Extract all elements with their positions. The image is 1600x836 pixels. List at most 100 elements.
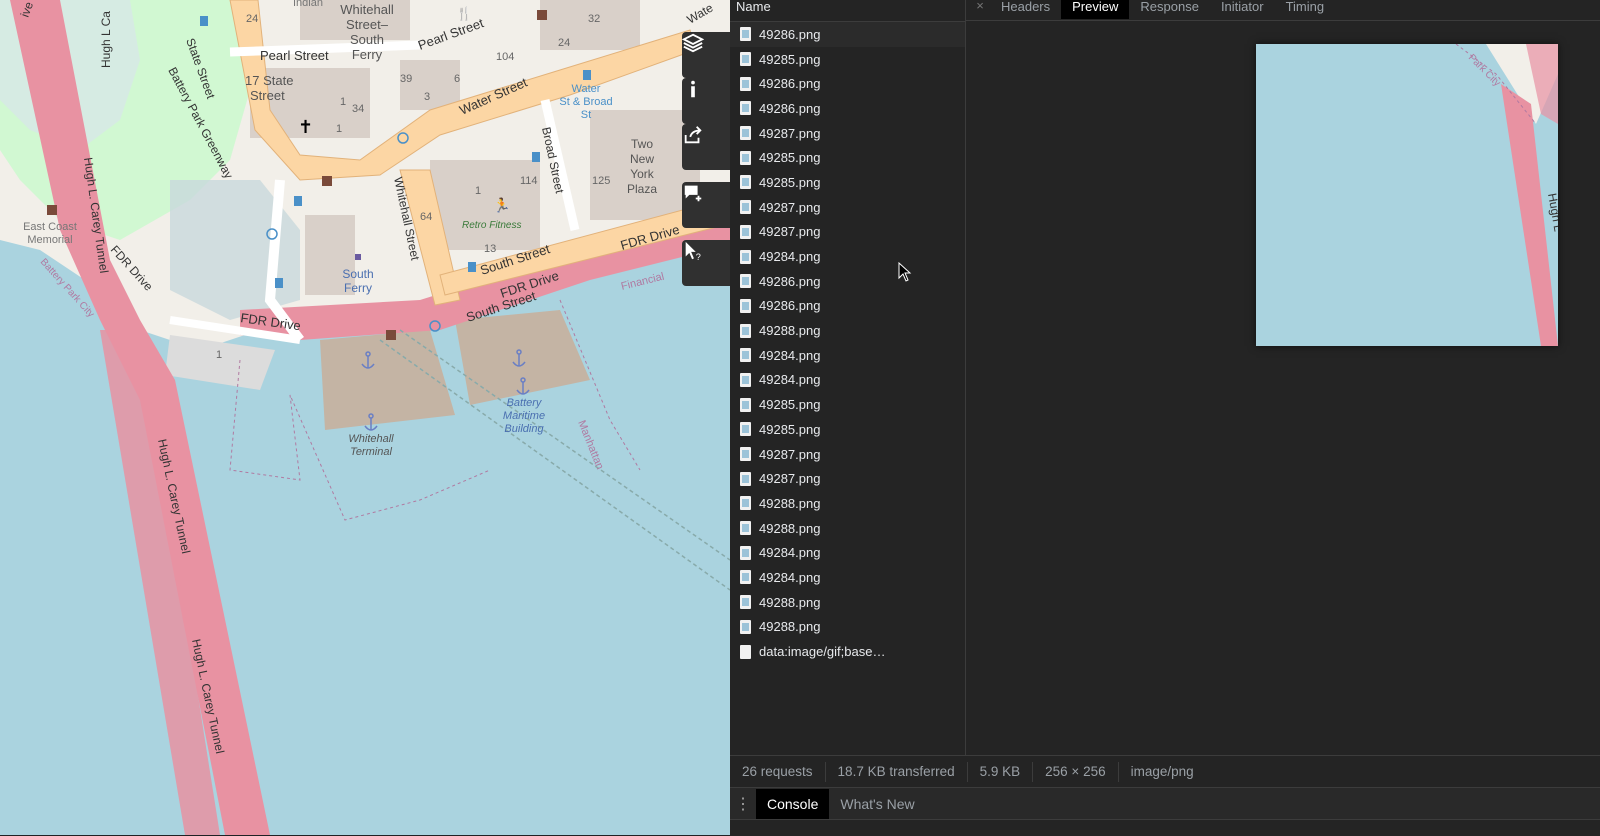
request-row[interactable]: 49285.png bbox=[730, 170, 965, 195]
request-name: 49288.png bbox=[759, 323, 821, 339]
preview-label-hugh-l: Hugh L bbox=[1545, 192, 1558, 233]
image-file-icon bbox=[740, 52, 751, 67]
details-tabbar: × Headers Preview Response Initiator Tim… bbox=[966, 0, 1600, 21]
house-number: 3 bbox=[424, 91, 430, 103]
image-file-icon bbox=[740, 348, 751, 363]
tab-console[interactable]: Console bbox=[756, 788, 830, 819]
house-number: 64 bbox=[420, 211, 432, 223]
request-row[interactable]: data:image/gif;base… bbox=[730, 639, 965, 664]
request-row[interactable]: 49286.png bbox=[730, 71, 965, 96]
tab-timing[interactable]: Timing bbox=[1275, 0, 1336, 19]
image-file-icon bbox=[740, 397, 751, 412]
image-preview: Park City Hugh L bbox=[1256, 44, 1558, 346]
request-row[interactable]: 49288.png bbox=[730, 491, 965, 516]
request-row[interactable]: 49286.png bbox=[730, 269, 965, 294]
request-row[interactable]: 49284.png bbox=[730, 565, 965, 590]
request-row[interactable]: 49285.png bbox=[730, 47, 965, 72]
query-features-button[interactable]: ? bbox=[682, 240, 730, 286]
request-row[interactable]: 49288.png bbox=[730, 516, 965, 541]
query-features-icon: ? bbox=[685, 241, 701, 262]
house-number: 34 bbox=[352, 103, 364, 115]
tab-response[interactable]: Response bbox=[1129, 0, 1210, 19]
request-name: 49287.png bbox=[759, 471, 821, 487]
image-file-icon bbox=[740, 200, 751, 215]
house-number: 125 bbox=[592, 175, 610, 187]
poi-marker bbox=[355, 254, 361, 260]
drawer-tabbar: ⋮ Console What's New bbox=[730, 787, 1600, 819]
request-row[interactable]: 49284.png bbox=[730, 343, 965, 368]
request-row[interactable]: 49287.png bbox=[730, 466, 965, 491]
devtools-network-panel: Name 49286.png 49285.png 49286.png 49286.pn… bbox=[730, 0, 1600, 836]
name-column-header[interactable]: Name bbox=[730, 0, 965, 22]
request-row[interactable]: 49284.png bbox=[730, 368, 965, 393]
image-file-icon bbox=[740, 570, 751, 585]
request-rows: 49286.png 49285.png 49286.png 49286.png 4928… bbox=[730, 22, 965, 664]
info-button[interactable] bbox=[682, 78, 730, 124]
tab-headers[interactable]: Headers bbox=[990, 0, 1061, 19]
image-file-icon bbox=[740, 76, 751, 91]
request-row[interactable]: 49286.png bbox=[730, 294, 965, 319]
house-number: 1 bbox=[336, 123, 342, 135]
house-number: 32 bbox=[588, 13, 600, 25]
house-number: 39 bbox=[400, 73, 412, 85]
request-name: 49284.png bbox=[759, 249, 821, 265]
request-name: 49288.png bbox=[759, 520, 821, 536]
request-row[interactable]: 49288.png bbox=[730, 615, 965, 640]
bus-stop-icon bbox=[294, 196, 302, 206]
image-file-icon bbox=[740, 471, 751, 486]
request-row[interactable]: 49288.png bbox=[730, 590, 965, 615]
request-row[interactable]: 49286.png bbox=[730, 96, 965, 121]
image-file-icon bbox=[740, 619, 751, 634]
request-name: 49286.png bbox=[759, 76, 821, 92]
tab-whats-new[interactable]: What's New bbox=[829, 789, 925, 819]
monument-icon bbox=[322, 176, 332, 186]
request-row[interactable]: 49285.png bbox=[730, 392, 965, 417]
image-file-icon bbox=[740, 323, 751, 338]
request-name: 49285.png bbox=[759, 150, 821, 166]
tab-preview[interactable]: Preview bbox=[1061, 0, 1130, 19]
map-label-retro-fitness: Retro Fitness bbox=[462, 220, 521, 231]
image-file-icon bbox=[740, 545, 751, 560]
more-menu-icon[interactable]: ⋮ bbox=[730, 794, 756, 814]
request-row[interactable]: 49287.png bbox=[730, 442, 965, 467]
image-file-icon bbox=[740, 150, 751, 165]
transferred-size: 18.7 KB transferred bbox=[826, 761, 968, 782]
layers-icon bbox=[682, 33, 704, 53]
request-name: 49286.png bbox=[759, 26, 821, 42]
map-canvas[interactable]: Whitehall Street– South Ferry Indian Pearl … bbox=[0, 0, 730, 835]
request-name: 49285.png bbox=[759, 51, 821, 67]
image-file-icon bbox=[740, 595, 751, 610]
add-note-button[interactable] bbox=[682, 182, 730, 228]
share-button[interactable] bbox=[682, 124, 730, 170]
map-label-whitehall-terminal: Whitehall Terminal bbox=[348, 433, 394, 458]
tab-initiator[interactable]: Initiator bbox=[1210, 0, 1275, 19]
request-row[interactable]: 49288.png bbox=[730, 318, 965, 343]
bus-stop-icon bbox=[532, 152, 540, 162]
house-number: 1 bbox=[475, 185, 481, 197]
request-row[interactable]: 49286.png bbox=[730, 22, 965, 47]
image-file-icon bbox=[740, 274, 751, 289]
request-row[interactable]: 49287.png bbox=[730, 121, 965, 146]
request-row[interactable]: 49285.png bbox=[730, 145, 965, 170]
network-status-bar: 26 requests 18.7 KB transferred 5.9 KB 2… bbox=[730, 755, 1600, 787]
request-row[interactable]: 49284.png bbox=[730, 244, 965, 269]
request-name: data:image/gif;base… bbox=[759, 644, 886, 660]
request-name: 49286.png bbox=[759, 298, 821, 314]
image-file-icon bbox=[740, 298, 751, 313]
request-row[interactable]: 49284.png bbox=[730, 540, 965, 565]
request-row[interactable]: 49285.png bbox=[730, 417, 965, 442]
request-row[interactable]: 49287.png bbox=[730, 220, 965, 245]
request-list: Name 49286.png 49285.png 49286.png 49286.pn… bbox=[730, 0, 966, 755]
request-name: 49287.png bbox=[759, 125, 821, 141]
image-dimensions: 256 × 256 bbox=[1033, 761, 1119, 782]
restaurant-icon: 🍴 bbox=[456, 6, 472, 22]
request-name: 49288.png bbox=[759, 619, 821, 635]
mime-type: image/png bbox=[1130, 763, 1194, 779]
close-icon[interactable]: × bbox=[970, 0, 990, 12]
layers-button[interactable] bbox=[682, 32, 730, 78]
house-number: 1 bbox=[340, 96, 346, 108]
request-row[interactable]: 49287.png bbox=[730, 195, 965, 220]
house-number: 104 bbox=[496, 51, 514, 63]
image-file-icon bbox=[740, 521, 751, 536]
fitness-icon: 🏃 bbox=[493, 197, 510, 213]
